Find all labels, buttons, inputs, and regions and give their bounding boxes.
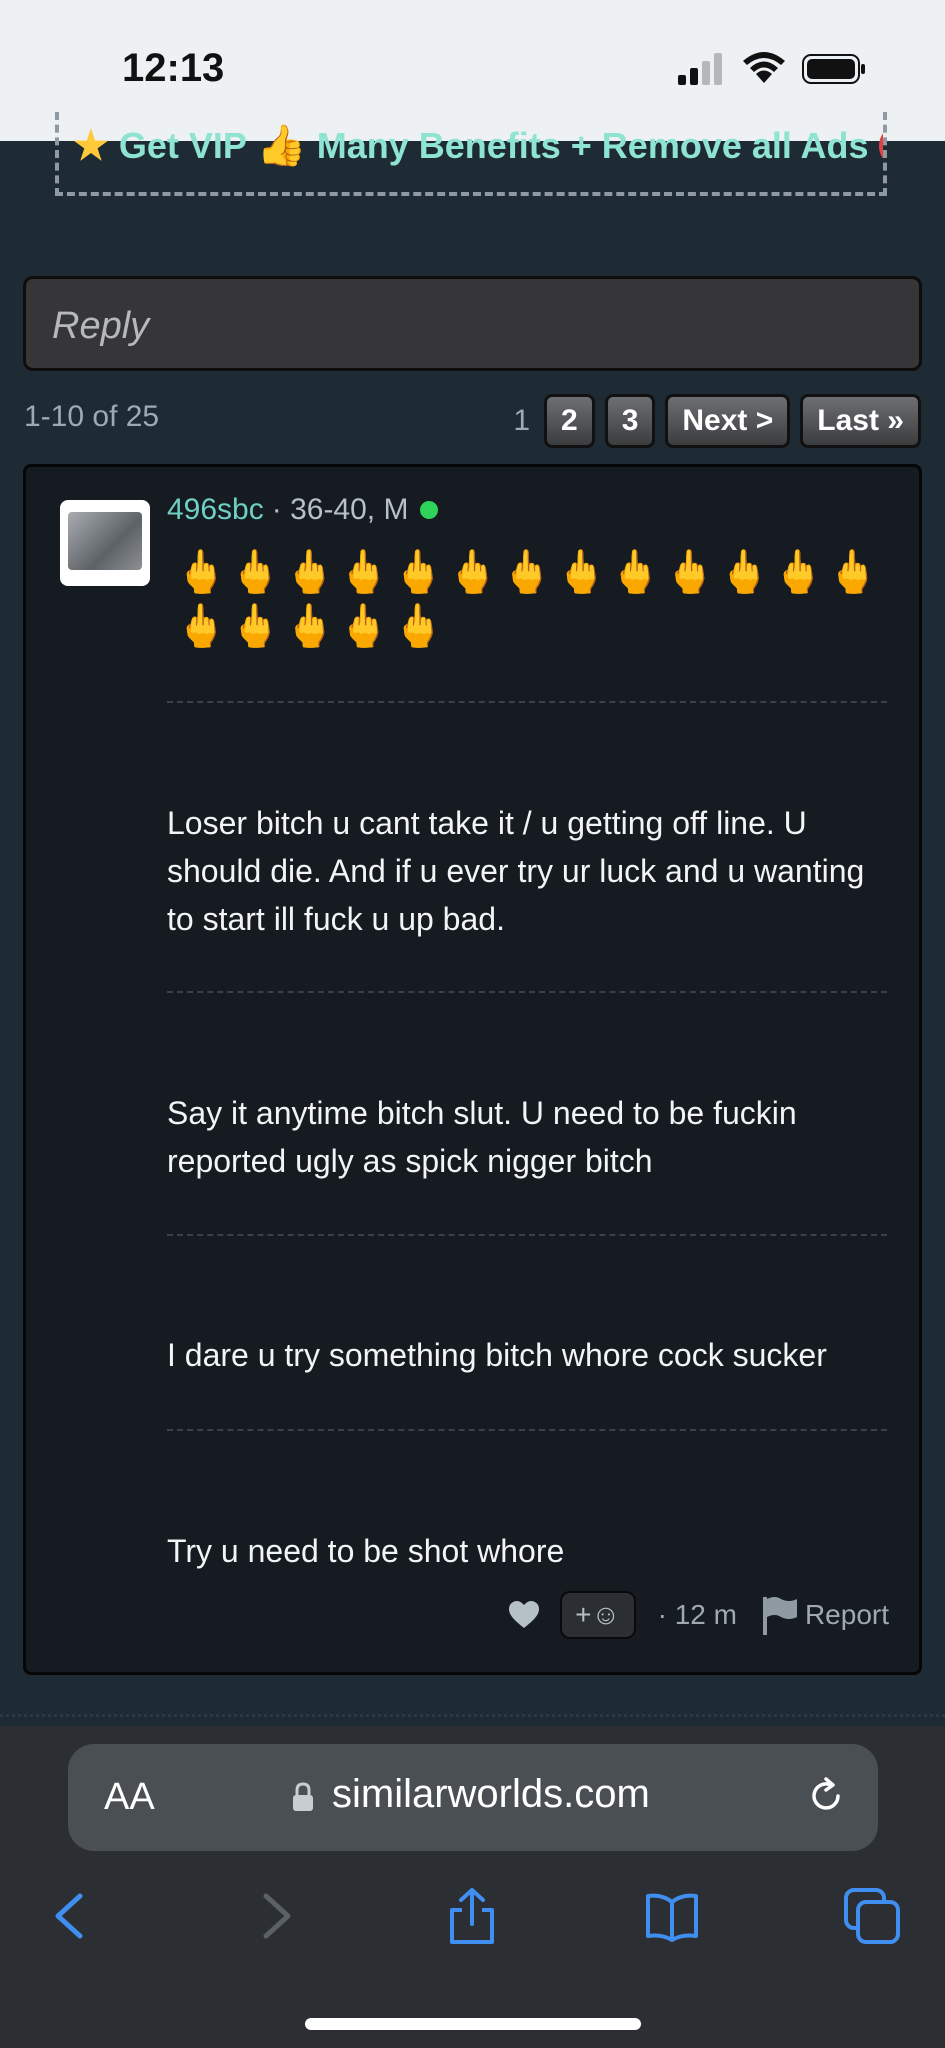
divider [167, 1429, 887, 1431]
page-3-button[interactable]: 3 [604, 394, 656, 448]
message-paragraph: Say it anytime bitch slut. U need to be … [167, 1095, 797, 1179]
address-bar[interactable]: AA similarworlds.com [68, 1744, 878, 1851]
post-footer: +☺ · 12 m Report [508, 1591, 889, 1639]
back-icon[interactable] [44, 1888, 100, 1944]
separator [0, 1714, 945, 1717]
vip-label: Get VIP [118, 124, 247, 166]
share-icon[interactable] [444, 1888, 500, 1944]
reply-input[interactable]: Reply [23, 276, 922, 371]
last-page-button[interactable]: Last » [800, 394, 921, 448]
message-paragraph: Try u need to be shot whore [167, 1533, 565, 1569]
wifi-icon [743, 52, 785, 83]
vip-benefits-label: Many Benefits + Remove all Ads [316, 124, 869, 166]
report-button[interactable]: Report [761, 1595, 889, 1635]
cellular-signal-icon [678, 53, 722, 85]
report-label: Report [804, 1599, 889, 1630]
pagination: 1 2 3 Next > Last » [513, 394, 921, 448]
message-paragraph: I dare u try something bitch whore cock … [167, 1337, 827, 1373]
flag-icon [762, 1597, 797, 1635]
reply-post: 496sbc · 36-40, M 🖕🖕🖕🖕🖕🖕🖕🖕🖕🖕🖕🖕🖕🖕🖕🖕🖕🖕 Los… [23, 464, 922, 1675]
reply-placeholder: Reply [52, 305, 150, 347]
url-text: similarworlds.com [332, 1772, 650, 1816]
vip-banner[interactable]: ★ Get VIP 👍 Many Benefits + Remove all A… [55, 112, 887, 196]
message-paragraph: Loser bitch u cant take it / u getting o… [167, 805, 865, 937]
result-count: 1-10 of 25 [24, 400, 160, 433]
divider [167, 991, 887, 993]
forward-icon[interactable] [246, 1888, 302, 1944]
post-author: 496sbc · 36-40, M [167, 493, 439, 527]
emoji-text: 🖕🖕🖕🖕🖕🖕🖕🖕🖕🖕🖕🖕🖕🖕🖕🖕🖕🖕 [175, 548, 881, 649]
avatar[interactable] [60, 500, 150, 586]
add-reaction-button[interactable]: +☺ [559, 1591, 636, 1639]
post-time: · 12 m [657, 1599, 737, 1630]
author-meta: · 36-40, M [271, 493, 409, 526]
battery-icon [802, 54, 865, 84]
star-icon: ★ [73, 123, 109, 168]
home-indicator [305, 2018, 641, 2030]
tabs-icon[interactable] [844, 1888, 900, 1944]
online-status-dot [420, 501, 439, 519]
thumbs-up-icon: 👍 [256, 124, 307, 168]
username-link[interactable]: 496sbc [167, 493, 264, 527]
divider [167, 1234, 887, 1236]
reload-icon[interactable] [806, 1776, 846, 1816]
lock-icon [293, 1782, 313, 1811]
heart-icon[interactable] [508, 1601, 540, 1629]
browser-toolbar: AA similarworlds.com [0, 1726, 945, 2048]
status-time: 12:13 [122, 46, 225, 90]
no-ads-icon [878, 123, 883, 168]
page-2-button[interactable]: 2 [544, 394, 595, 448]
divider [167, 701, 887, 703]
bookmarks-icon[interactable] [644, 1888, 700, 1944]
current-page: 1 [513, 404, 531, 437]
next-page-button[interactable]: Next > [665, 394, 791, 448]
reader-settings-button[interactable]: AA [104, 1776, 155, 1819]
avatar-image [68, 512, 142, 570]
